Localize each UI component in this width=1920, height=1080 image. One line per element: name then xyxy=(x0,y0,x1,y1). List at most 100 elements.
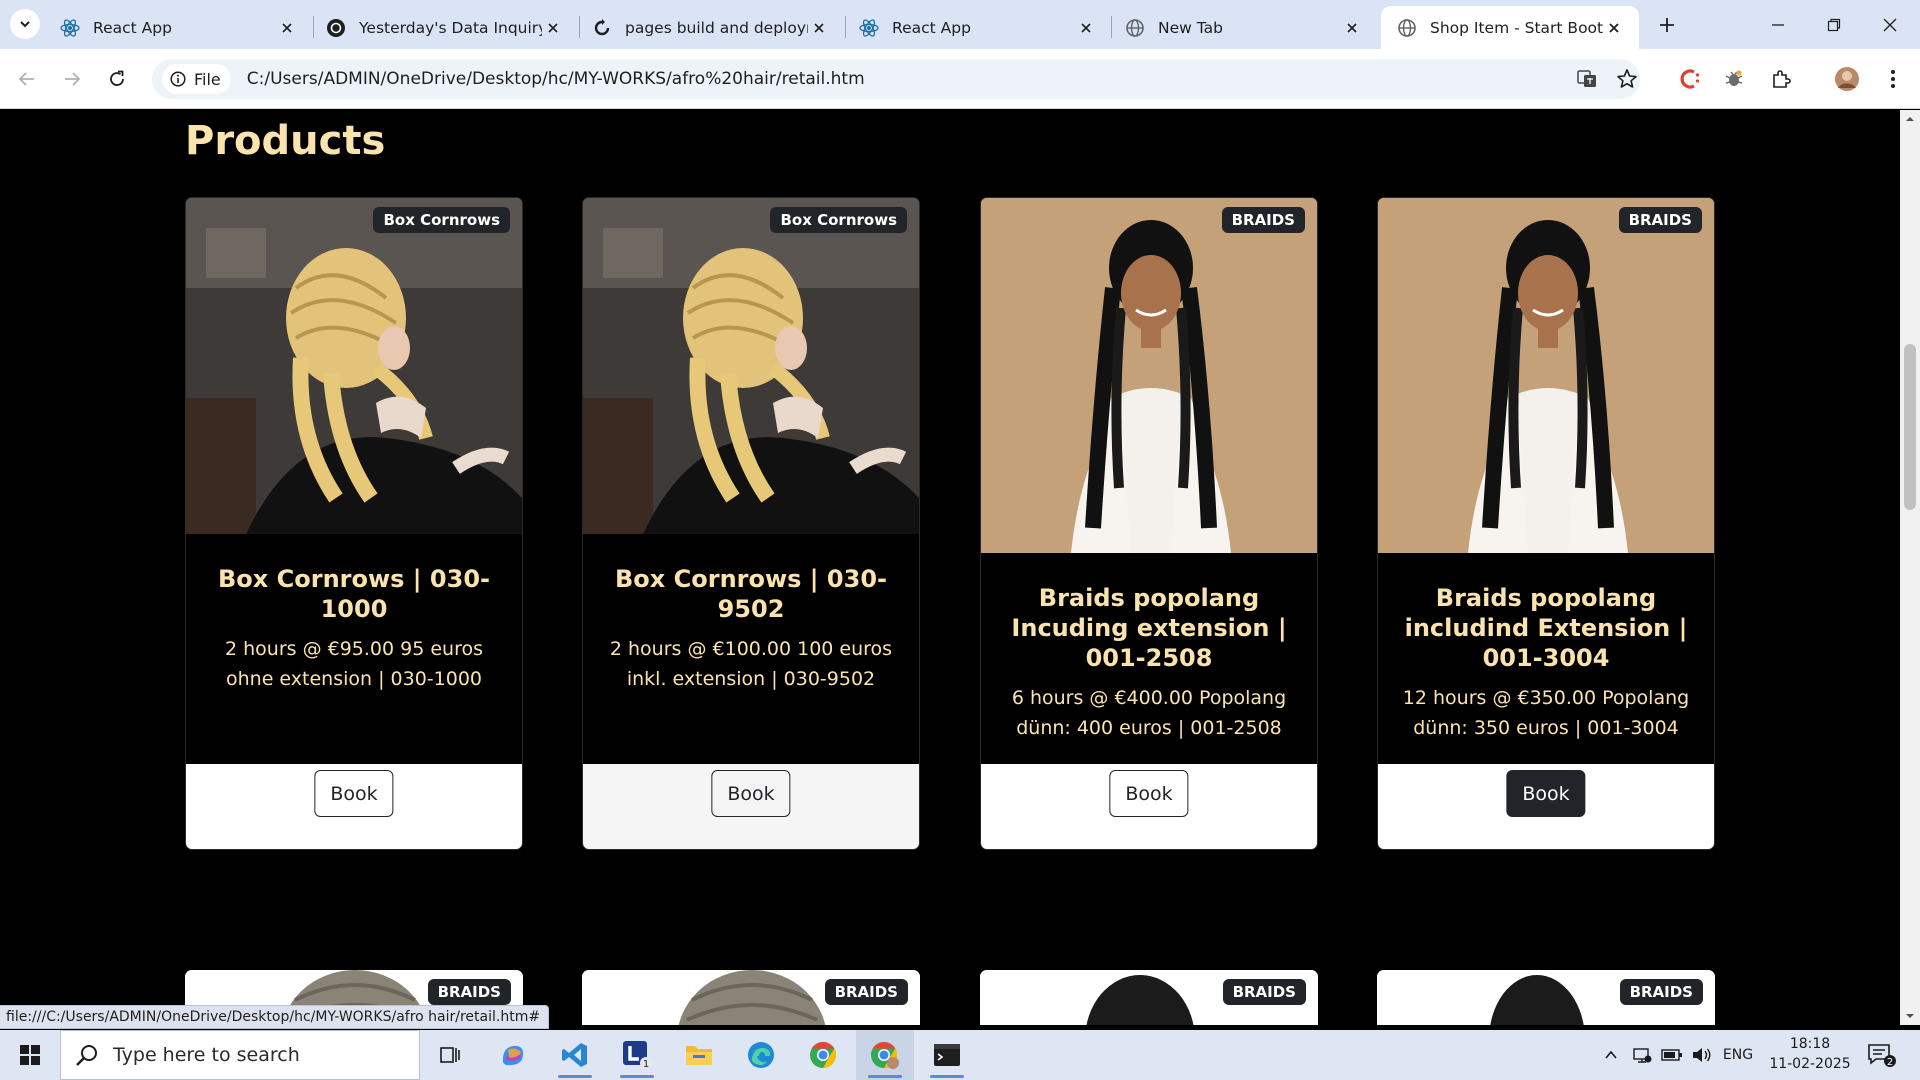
network-tray-button[interactable] xyxy=(1628,1030,1656,1080)
translate-button[interactable] xyxy=(1570,62,1604,96)
site-info-label: File xyxy=(194,69,221,89)
extension-bug-button[interactable] xyxy=(1717,62,1751,96)
extension-c-icon xyxy=(1680,69,1700,89)
product-card: BRAIDS xyxy=(582,970,920,1025)
back-button[interactable] xyxy=(10,62,44,96)
chrome-profile-app[interactable] xyxy=(856,1030,914,1080)
terminal-app[interactable] xyxy=(918,1030,976,1080)
reload-button[interactable] xyxy=(100,62,134,96)
address-bar[interactable]: File C:/Users/ADMIN/OneDrive/Desktop/hc/… xyxy=(152,59,1640,99)
battery-icon xyxy=(1661,1049,1682,1061)
file-explorer-app[interactable] xyxy=(670,1030,728,1080)
product-description: 2 hours @ €95.00 95 euros ohne extension… xyxy=(224,638,483,690)
react-icon xyxy=(859,18,879,38)
arrow-left-icon xyxy=(18,72,34,86)
category-badge: BRAIDS xyxy=(824,979,908,1005)
category-badge: BRAIDS xyxy=(1221,207,1305,233)
close-icon[interactable] xyxy=(1341,17,1363,39)
page-viewport: Products Box Cornrows Box Cornrows | 030… xyxy=(0,110,1900,1025)
page-heading: Products xyxy=(185,118,386,164)
category-badge: BRAIDS xyxy=(1222,979,1306,1005)
product-card-body: Braids popolang includind Extension | 00… xyxy=(1378,553,1714,764)
globe-icon xyxy=(1397,18,1417,38)
tab-pages-build[interactable]: pages build and deployme xyxy=(576,6,844,49)
site-info-chip[interactable]: File xyxy=(162,64,231,94)
close-icon[interactable] xyxy=(542,17,564,39)
tab-shop-item-active[interactable]: Shop Item - Start Bootstra xyxy=(1381,6,1639,49)
avatar-icon xyxy=(1835,67,1859,91)
edge-app[interactable] xyxy=(732,1030,790,1080)
network-icon xyxy=(1633,1048,1652,1063)
react-icon xyxy=(60,18,80,38)
long-braids-photo xyxy=(981,198,1317,553)
url-text[interactable]: C:/Users/ADMIN/OneDrive/Desktop/hc/MY-WO… xyxy=(247,69,865,89)
product-card: Box Cornrows Box Cornrows | 030-9502 2 h… xyxy=(582,197,920,850)
restore-button[interactable] xyxy=(1806,0,1862,49)
product-title: Braids popolang Incuding extension | 001… xyxy=(1011,584,1287,672)
close-icon[interactable] xyxy=(808,17,830,39)
tab-search-button[interactable] xyxy=(10,9,40,39)
product-card: BRAIDS xyxy=(1377,970,1715,1025)
github-icon xyxy=(592,18,612,38)
search-placeholder: Type here to search xyxy=(113,1044,300,1066)
browser-menu-button[interactable] xyxy=(1876,62,1910,96)
scroll-up-arrow-icon xyxy=(1906,117,1914,121)
task-view-button[interactable] xyxy=(421,1030,479,1080)
close-window-button[interactable] xyxy=(1862,0,1918,49)
battery-tray-button[interactable] xyxy=(1658,1030,1686,1080)
extensions-button[interactable] xyxy=(1764,62,1798,96)
l-app[interactable]: 1 xyxy=(608,1030,666,1080)
notification-center-button[interactable]: 2 xyxy=(1862,1030,1902,1080)
profile-avatar-button[interactable] xyxy=(1830,62,1864,96)
tab-new-tab[interactable]: New Tab xyxy=(1109,6,1377,49)
app-badge-count: 1 xyxy=(643,1059,649,1070)
kebab-menu-icon xyxy=(1891,70,1895,88)
product-card-body: Box Cornrows | 030-9502 2 hours @ €100.0… xyxy=(583,534,919,764)
notification-count: 2 xyxy=(1887,1057,1893,1068)
tab-react-app-1[interactable]: React App xyxy=(44,6,312,49)
product-card-body: Braids popolang Incuding extension | 001… xyxy=(981,553,1317,764)
language-indicator[interactable]: ENG xyxy=(1718,1030,1758,1080)
minimize-button[interactable] xyxy=(1750,0,1806,49)
reload-icon xyxy=(110,70,124,86)
copilot-icon xyxy=(502,1045,524,1066)
show-hidden-icons-button[interactable] xyxy=(1598,1030,1624,1080)
vscode-app[interactable] xyxy=(546,1030,604,1080)
book-button[interactable]: Book xyxy=(314,770,394,817)
page-scrollbar[interactable] xyxy=(1900,110,1920,1025)
close-icon[interactable] xyxy=(1075,17,1097,39)
extension-c-button[interactable] xyxy=(1673,62,1707,96)
clock[interactable]: 18:18 11-02-2025 xyxy=(1760,1034,1860,1074)
scroll-down-arrow-icon xyxy=(1906,1014,1914,1018)
terminal-icon xyxy=(934,1044,960,1066)
taskbar-search-box[interactable]: Type here to search xyxy=(60,1030,420,1080)
volume-tray-button[interactable] xyxy=(1688,1030,1716,1080)
info-icon xyxy=(170,71,186,87)
category-badge: Box Cornrows xyxy=(770,207,907,233)
chrome-app[interactable] xyxy=(794,1030,852,1080)
translate-icon xyxy=(1577,70,1596,87)
product-description: 2 hours @ €100.00 100 euros inkl. extens… xyxy=(609,638,893,690)
bookmark-button[interactable] xyxy=(1610,62,1644,96)
windows-logo-icon xyxy=(20,1045,40,1065)
forward-button[interactable] xyxy=(55,62,89,96)
scrollbar-thumb[interactable] xyxy=(1904,344,1916,510)
category-badge: BRAIDS xyxy=(427,979,511,1005)
tab-data-inquiry[interactable]: Yesterday's Data Inquiry xyxy=(310,6,578,49)
product-title: Braids popolang includind Extension | 00… xyxy=(1404,584,1688,672)
edge-icon xyxy=(748,1042,774,1068)
tab-react-app-2[interactable]: React App xyxy=(843,6,1111,49)
book-button[interactable]: Book xyxy=(1506,770,1586,817)
l-app-icon: 1 xyxy=(623,1041,652,1070)
book-button[interactable]: Book xyxy=(1109,770,1189,817)
copilot-app[interactable] xyxy=(484,1030,542,1080)
close-icon[interactable] xyxy=(276,17,298,39)
vscode-icon xyxy=(562,1043,587,1067)
new-tab-button[interactable] xyxy=(1652,10,1682,40)
book-button[interactable]: Book xyxy=(711,770,791,817)
close-icon[interactable] xyxy=(1603,17,1625,39)
close-icon xyxy=(1883,18,1897,31)
category-badge: Box Cornrows xyxy=(373,207,510,233)
start-button[interactable] xyxy=(0,1030,60,1080)
chrome-profile-icon xyxy=(871,1041,899,1069)
